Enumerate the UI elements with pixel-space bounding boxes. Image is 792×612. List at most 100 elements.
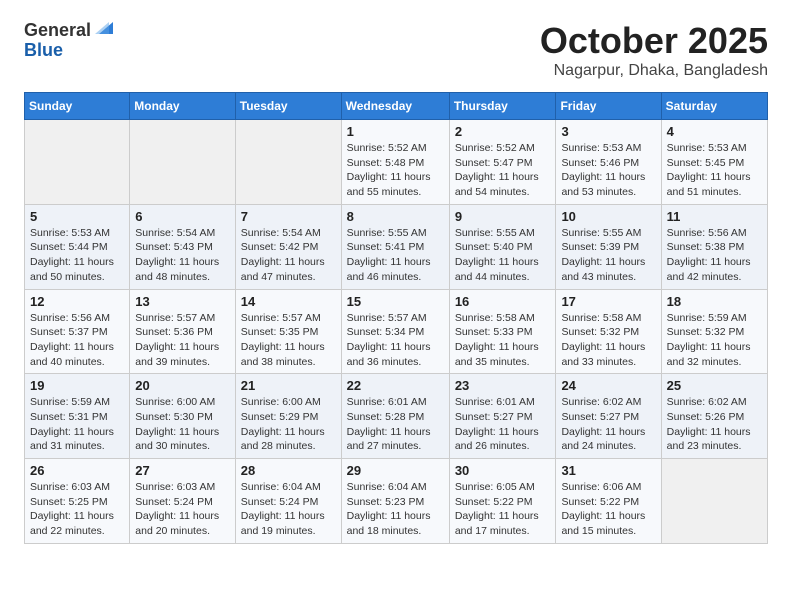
day-number: 24	[561, 378, 655, 393]
day-number: 29	[347, 463, 444, 478]
table-row: 29Sunrise: 6:04 AM Sunset: 5:23 PM Dayli…	[341, 459, 449, 544]
day-number: 3	[561, 124, 655, 139]
header-wednesday: Wednesday	[341, 93, 449, 120]
header-monday: Monday	[130, 93, 236, 120]
day-info: Sunrise: 6:06 AM Sunset: 5:22 PM Dayligh…	[561, 480, 655, 539]
day-info: Sunrise: 5:57 AM Sunset: 5:34 PM Dayligh…	[347, 311, 444, 370]
day-info: Sunrise: 6:02 AM Sunset: 5:27 PM Dayligh…	[561, 395, 655, 454]
table-row: 7 Sunrise: 5:54 AM Sunset: 5:42 PM Daylig…	[235, 204, 341, 289]
day-info: Sunrise: 6:03 AM Sunset: 5:25 PM Dayligh…	[30, 480, 124, 539]
table-row: 14 Sunrise: 5:57 AM Sunset: 5:35 PM Dayli…	[235, 289, 341, 374]
day-number: 13	[135, 294, 230, 309]
logo: General Blue	[24, 20, 113, 61]
day-number: 4	[667, 124, 762, 139]
calendar-table: Sunday Monday Tuesday Wednesday Thursday…	[24, 92, 768, 544]
day-info: Sunrise: 5:55 AM Sunset: 5:40 PM Dayligh…	[455, 226, 551, 285]
table-row: 8Sunrise: 5:55 AM Sunset: 5:41 PM Daylig…	[341, 204, 449, 289]
header-tuesday: Tuesday	[235, 93, 341, 120]
day-info: Sunrise: 5:58 AM Sunset: 5:33 PM Dayligh…	[455, 311, 551, 370]
table-row: 11 Sunrise: 5:56 AM Sunset: 5:38 PM Dayli…	[661, 204, 767, 289]
day-info: Sunrise: 6:04 AM Sunset: 5:24 PM Dayligh…	[241, 480, 336, 539]
day-number: 26	[30, 463, 124, 478]
table-row: 21 Sunrise: 6:00 AM Sunset: 5:29 PM Dayli…	[235, 374, 341, 459]
day-number: 15	[347, 294, 444, 309]
table-row: 2 Sunrise: 5:52 AM Sunset: 5:47 PM Daylig…	[449, 120, 556, 205]
table-row: 18 Sunrise: 5:59 AM Sunset: 5:32 PM Dayli…	[661, 289, 767, 374]
day-info: Sunrise: 5:52 AM Sunset: 5:47 PM Dayligh…	[455, 141, 551, 200]
day-info: Sunrise: 5:55 AM Sunset: 5:39 PM Dayligh…	[561, 226, 655, 285]
header-sunday: Sunday	[25, 93, 130, 120]
day-number: 8	[347, 209, 444, 224]
table-row: 9Sunrise: 5:55 AM Sunset: 5:40 PM Daylig…	[449, 204, 556, 289]
day-number: 17	[561, 294, 655, 309]
table-row	[25, 120, 130, 205]
day-number: 30	[455, 463, 551, 478]
day-info: Sunrise: 6:00 AM Sunset: 5:29 PM Dayligh…	[241, 395, 336, 454]
table-row: 26 Sunrise: 6:03 AM Sunset: 5:25 PM Dayli…	[25, 459, 130, 544]
table-row: 10 Sunrise: 5:55 AM Sunset: 5:39 PM Dayli…	[556, 204, 661, 289]
calendar-week-row: 26 Sunrise: 6:03 AM Sunset: 5:25 PM Dayli…	[25, 459, 768, 544]
day-number: 28	[241, 463, 336, 478]
calendar-week-row: 1 Sunrise: 5:52 AM Sunset: 5:48 PM Daylig…	[25, 120, 768, 205]
day-number: 1	[347, 124, 444, 139]
day-info: Sunrise: 5:53 AM Sunset: 5:46 PM Dayligh…	[561, 141, 655, 200]
day-info: Sunrise: 6:02 AM Sunset: 5:26 PM Dayligh…	[667, 395, 762, 454]
day-number: 10	[561, 209, 655, 224]
day-number: 5	[30, 209, 124, 224]
day-info: Sunrise: 5:56 AM Sunset: 5:38 PM Dayligh…	[667, 226, 762, 285]
table-row: 22Sunrise: 6:01 AM Sunset: 5:28 PM Dayli…	[341, 374, 449, 459]
table-row: 30 Sunrise: 6:05 AM Sunset: 5:22 PM Dayli…	[449, 459, 556, 544]
day-number: 2	[455, 124, 551, 139]
month-title: October 2025	[540, 20, 768, 62]
header-friday: Friday	[556, 93, 661, 120]
day-number: 21	[241, 378, 336, 393]
day-info: Sunrise: 6:01 AM Sunset: 5:28 PM Dayligh…	[347, 395, 444, 454]
day-number: 18	[667, 294, 762, 309]
day-info: Sunrise: 6:01 AM Sunset: 5:27 PM Dayligh…	[455, 395, 551, 454]
day-info: Sunrise: 5:58 AM Sunset: 5:32 PM Dayligh…	[561, 311, 655, 370]
day-info: Sunrise: 6:00 AM Sunset: 5:30 PM Dayligh…	[135, 395, 230, 454]
table-row: 17 Sunrise: 5:58 AM Sunset: 5:32 PM Dayli…	[556, 289, 661, 374]
day-number: 11	[667, 209, 762, 224]
day-info: Sunrise: 5:53 AM Sunset: 5:45 PM Dayligh…	[667, 141, 762, 200]
day-info: Sunrise: 5:54 AM Sunset: 5:42 PM Dayligh…	[241, 226, 336, 285]
day-number: 19	[30, 378, 124, 393]
table-row: 24 Sunrise: 6:02 AM Sunset: 5:27 PM Dayli…	[556, 374, 661, 459]
logo-icon	[95, 20, 113, 41]
table-row: 16Sunrise: 5:58 AM Sunset: 5:33 PM Dayli…	[449, 289, 556, 374]
logo-general-text: General	[24, 21, 91, 41]
table-row: 20 Sunrise: 6:00 AM Sunset: 5:30 PM Dayli…	[130, 374, 236, 459]
day-info: Sunrise: 6:03 AM Sunset: 5:24 PM Dayligh…	[135, 480, 230, 539]
table-row	[661, 459, 767, 544]
day-number: 14	[241, 294, 336, 309]
calendar-week-row: 12 Sunrise: 5:56 AM Sunset: 5:37 PM Dayli…	[25, 289, 768, 374]
day-info: Sunrise: 5:57 AM Sunset: 5:35 PM Dayligh…	[241, 311, 336, 370]
calendar-header-row: Sunday Monday Tuesday Wednesday Thursday…	[25, 93, 768, 120]
day-number: 20	[135, 378, 230, 393]
day-number: 12	[30, 294, 124, 309]
header-thursday: Thursday	[449, 93, 556, 120]
day-info: Sunrise: 6:05 AM Sunset: 5:22 PM Dayligh…	[455, 480, 551, 539]
day-info: Sunrise: 5:57 AM Sunset: 5:36 PM Dayligh…	[135, 311, 230, 370]
table-row: 28 Sunrise: 6:04 AM Sunset: 5:24 PM Dayli…	[235, 459, 341, 544]
table-row: 13 Sunrise: 5:57 AM Sunset: 5:36 PM Dayli…	[130, 289, 236, 374]
table-row: 3 Sunrise: 5:53 AM Sunset: 5:46 PM Daylig…	[556, 120, 661, 205]
logo-blue-text: Blue	[24, 41, 63, 61]
day-info: Sunrise: 5:56 AM Sunset: 5:37 PM Dayligh…	[30, 311, 124, 370]
table-row: 6Sunrise: 5:54 AM Sunset: 5:43 PM Daylig…	[130, 204, 236, 289]
day-number: 7	[241, 209, 336, 224]
table-row: 1 Sunrise: 5:52 AM Sunset: 5:48 PM Daylig…	[341, 120, 449, 205]
day-info: Sunrise: 5:53 AM Sunset: 5:44 PM Dayligh…	[30, 226, 124, 285]
table-row	[235, 120, 341, 205]
day-number: 23	[455, 378, 551, 393]
page-header: General Blue October 2025 Nagarpur, Dhak…	[24, 20, 768, 80]
table-row: 27Sunrise: 6:03 AM Sunset: 5:24 PM Dayli…	[130, 459, 236, 544]
day-info: Sunrise: 5:59 AM Sunset: 5:32 PM Dayligh…	[667, 311, 762, 370]
table-row: 23 Sunrise: 6:01 AM Sunset: 5:27 PM Dayli…	[449, 374, 556, 459]
header-saturday: Saturday	[661, 93, 767, 120]
day-info: Sunrise: 5:54 AM Sunset: 5:43 PM Dayligh…	[135, 226, 230, 285]
table-row: 15 Sunrise: 5:57 AM Sunset: 5:34 PM Dayli…	[341, 289, 449, 374]
day-info: Sunrise: 5:52 AM Sunset: 5:48 PM Dayligh…	[347, 141, 444, 200]
day-number: 31	[561, 463, 655, 478]
table-row: 25Sunrise: 6:02 AM Sunset: 5:26 PM Dayli…	[661, 374, 767, 459]
